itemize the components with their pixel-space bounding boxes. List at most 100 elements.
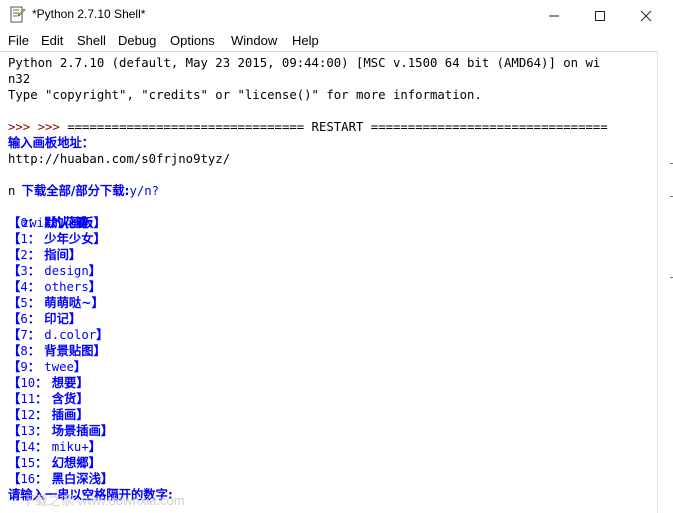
board-bracket-open: 【	[8, 392, 21, 406]
menu-window[interactable]: Window	[231, 33, 277, 48]
board-index: 13	[20, 424, 36, 438]
board-separator: ：	[27, 312, 45, 326]
board-index: 9	[20, 360, 28, 374]
board-item: 【7： d.color】	[8, 327, 108, 343]
board-separator: ：	[35, 440, 52, 454]
board-separator: ：	[35, 392, 52, 406]
board-index: 5	[20, 296, 28, 310]
board-bracket-open: 【	[8, 456, 21, 470]
board-bracket-close: 】	[96, 328, 109, 342]
watermark: 下载之家 www.downxia.com	[22, 493, 185, 508]
board-bracket-open: 【	[8, 440, 21, 454]
menu-file[interactable]: File	[8, 33, 29, 48]
board-item: 【5： 萌萌哒~】	[8, 295, 104, 311]
board-bracket-open: 【	[8, 296, 21, 310]
board-index: 16	[20, 472, 36, 486]
board-bracket-open: 【	[8, 360, 21, 374]
board-separator: ：	[35, 456, 52, 470]
menu-edit[interactable]: Edit	[41, 33, 63, 48]
board-bracket-open: 【	[8, 328, 21, 342]
menu-bar: File Edit Shell Debug Options Window Hel…	[0, 31, 673, 51]
board-name: miku+	[51, 440, 89, 454]
maximize-button[interactable]	[577, 0, 623, 31]
board-bracket-open: 【	[8, 408, 21, 422]
board-index: 14	[20, 440, 36, 454]
menu-options[interactable]: Options	[170, 33, 215, 48]
board-index: 7	[20, 328, 28, 342]
board-item: 【0： 默认画板】	[8, 215, 106, 231]
board-bracket-close: 】	[73, 360, 87, 374]
board-item: 【15： 幻想郷】	[8, 455, 101, 471]
board-item: 【4： others】	[8, 279, 101, 295]
board-name: 印记	[44, 312, 69, 326]
idle-app-icon[interactable]	[8, 6, 26, 24]
board-bracket-close: 】	[91, 296, 104, 310]
shell-prompt: >>>	[8, 120, 38, 134]
board-index: 0	[20, 216, 28, 230]
board-name: 少年少女	[44, 232, 94, 246]
vertical-scrollbar[interactable]	[657, 51, 673, 513]
board-bracket-close: 】	[93, 216, 106, 230]
board-bracket-close: 】	[93, 344, 106, 358]
board-bracket-close: 】	[76, 408, 89, 422]
board-bracket-close: 】	[76, 376, 89, 390]
board-separator: ：	[27, 344, 45, 358]
board-separator: ：	[27, 280, 45, 294]
restart-banner: ================================ RESTART…	[67, 120, 608, 134]
board-name: 萌萌哒~	[44, 296, 92, 310]
board-bracket-open: 【	[8, 232, 21, 246]
minimize-button[interactable]	[531, 0, 577, 31]
ask-download-line: 下载全部/部分下载:y/n?	[8, 167, 159, 198]
shell-text-area[interactable]: Python 2.7.10 (default, May 23 2015, 09:…	[0, 51, 657, 513]
board-separator: ：	[35, 408, 52, 422]
window-title: *Python 2.7.10 Shell*	[32, 7, 146, 21]
board-item: 【1： 少年少女】	[8, 231, 106, 247]
board-item: 【2： 指间】	[8, 247, 81, 263]
board-separator: ：	[35, 472, 52, 486]
board-separator: ：	[27, 328, 45, 342]
board-name: twee	[44, 360, 74, 374]
board-name: design	[44, 264, 89, 278]
board-item: 【14： miku+】	[8, 439, 101, 455]
board-bracket-open: 【	[8, 344, 21, 358]
board-name: 想要	[51, 376, 77, 390]
restart-line: >>> ================================ RES…	[8, 103, 608, 134]
board-separator: ：	[27, 232, 45, 246]
banner-line-3: Type "copyright", "credits" or "license(…	[8, 88, 482, 102]
ask-download-text: 下载全部/部分下载:	[21, 184, 130, 198]
board-separator: ：	[27, 360, 45, 374]
board-item: 【10： 想要】	[8, 375, 89, 391]
maximize-icon	[595, 10, 605, 21]
close-button[interactable]	[623, 0, 669, 31]
board-separator: ：	[35, 376, 52, 390]
minimize-icon	[549, 15, 559, 16]
board-bracket-open: 【	[8, 216, 21, 230]
board-bracket-close: 】	[88, 456, 101, 470]
boards-header: zwik的花瓣:	[8, 199, 93, 230]
board-index: 15	[20, 456, 36, 470]
board-name: 含货	[51, 392, 77, 406]
answer-line: n	[8, 184, 16, 198]
board-item: 【6： 印记】	[8, 311, 81, 327]
board-item: 【8： 背景贴图】	[8, 343, 106, 359]
ask-download-options: y/n?	[129, 184, 160, 198]
board-index: 1	[20, 232, 28, 246]
board-name: 指间	[44, 248, 69, 262]
board-bracket-close: 】	[68, 312, 82, 326]
board-bracket-open: 【	[8, 376, 21, 390]
board-separator: ：	[27, 216, 45, 230]
board-name: 背景贴图	[44, 344, 94, 358]
board-index: 6	[20, 312, 28, 326]
board-bracket-close: 】	[88, 264, 102, 278]
board-bracket-close: 】	[68, 248, 82, 262]
menu-help[interactable]: Help	[292, 33, 319, 48]
board-item: 【16： 黑白深浅】	[8, 471, 113, 487]
board-name: 幻想郷	[51, 456, 89, 470]
menu-shell[interactable]: Shell	[77, 33, 106, 48]
board-item: 【12： 插画】	[8, 407, 89, 423]
board-name: others	[44, 280, 89, 294]
board-bracket-open: 【	[8, 424, 21, 438]
board-index: 4	[20, 280, 28, 294]
menu-debug[interactable]: Debug	[118, 33, 156, 48]
board-index: 8	[20, 344, 28, 358]
